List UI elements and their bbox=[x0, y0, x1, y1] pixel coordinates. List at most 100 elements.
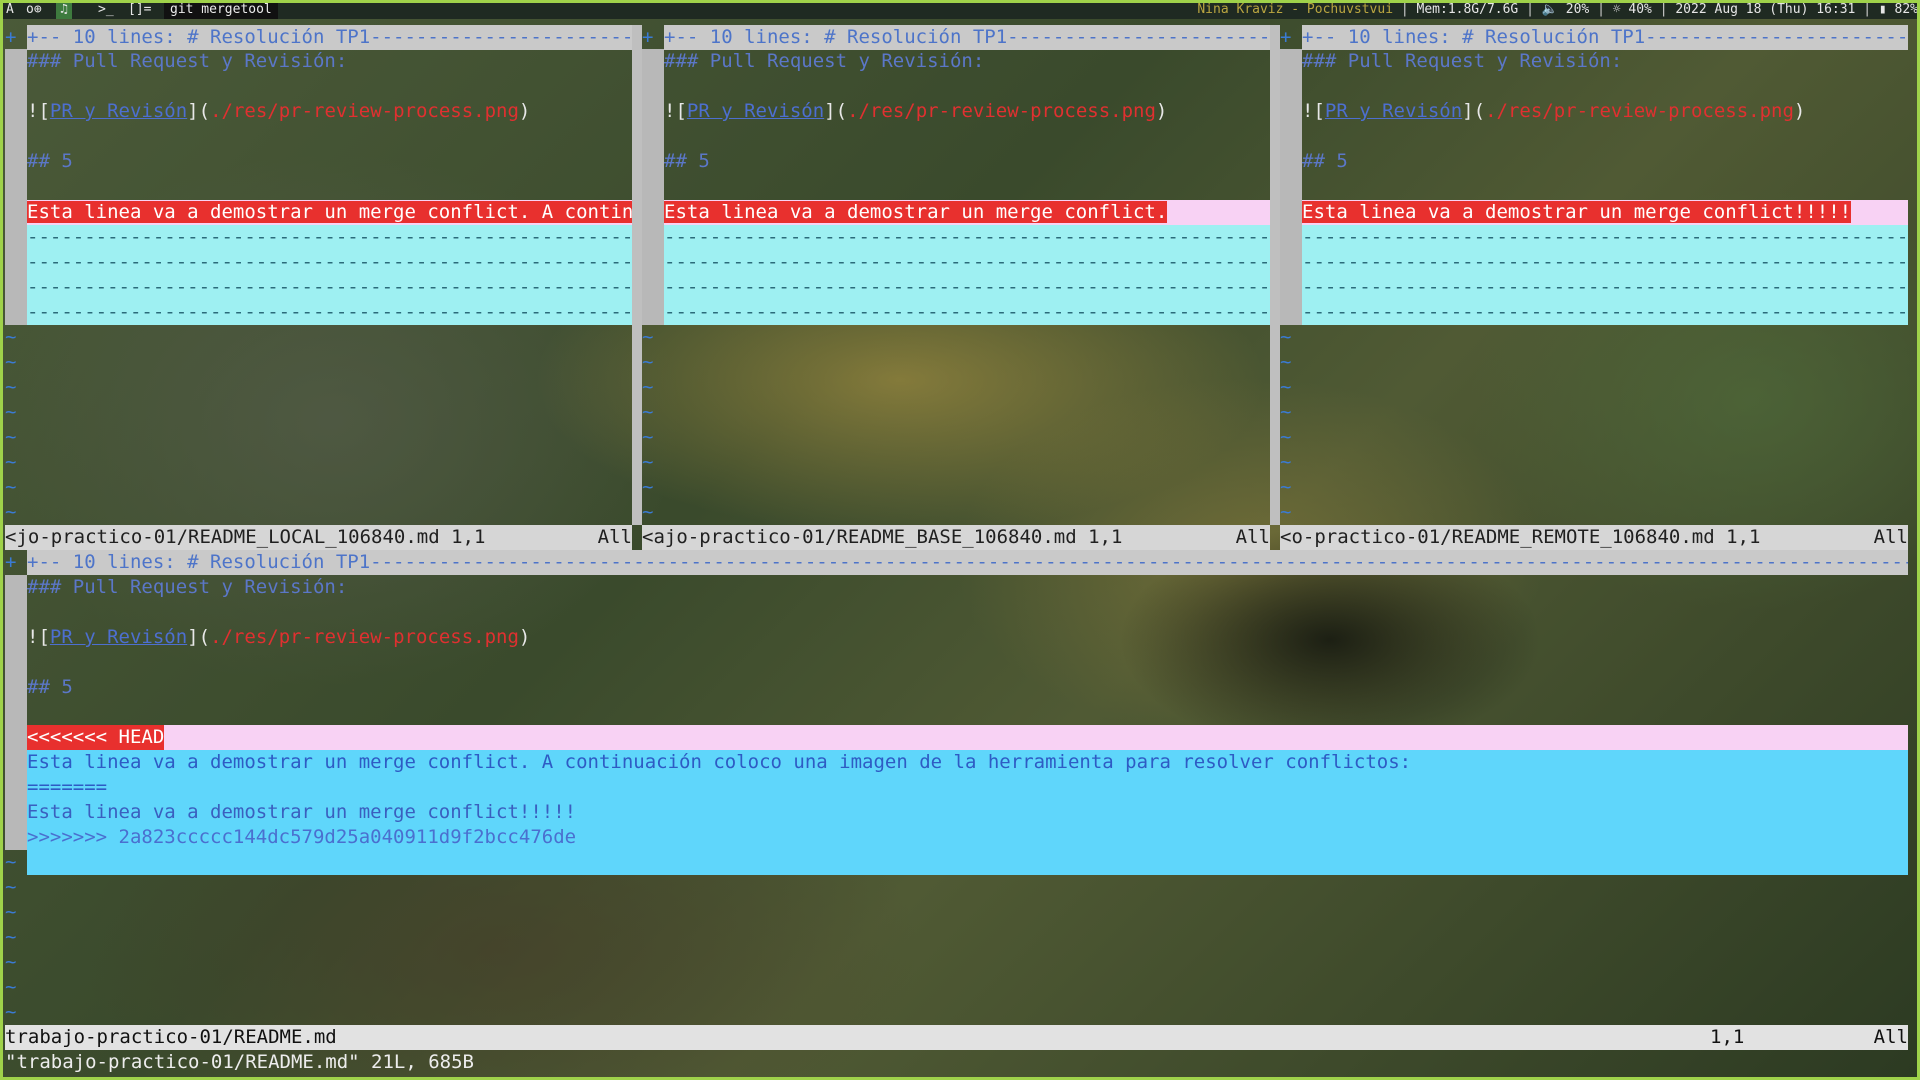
conflict-local-line: Esta linea va a demostrar un merge confl… bbox=[27, 751, 1412, 773]
fold-line[interactable]: +-- 10 lines: # Resolución TP1----------… bbox=[27, 25, 632, 50]
top-status-bar: A o⊕ ♫ >_ []= git mergetool Nina Kraviz … bbox=[0, 0, 1920, 19]
workspace-music-active[interactable]: ♫ bbox=[56, 0, 72, 19]
vertical-split-separator[interactable] bbox=[632, 25, 642, 525]
diff-filler-line: ----------------------------------------… bbox=[664, 250, 1270, 275]
image-url[interactable]: ./res/pr-review-process.png bbox=[847, 100, 1156, 122]
sign-column bbox=[1280, 49, 1302, 325]
status-line-base[interactable]: <ajo-practico-01/README_BASE_106840.md 1… bbox=[642, 525, 1270, 550]
sign-column bbox=[5, 49, 27, 325]
image-url[interactable]: ./res/pr-review-process.png bbox=[210, 626, 519, 648]
section-heading: ## 5 bbox=[27, 150, 73, 172]
command-line[interactable]: "trabajo-practico-01/README.md" 21L, 685… bbox=[5, 1050, 1908, 1075]
empty-line-marker: ~ bbox=[1280, 476, 1292, 498]
empty-line-marker: ~ bbox=[5, 501, 17, 523]
empty-line-marker: ~ bbox=[5, 426, 17, 448]
empty-line-marker: ~ bbox=[5, 1001, 17, 1023]
now-playing: Nina Kraviz - Pochuvstvui bbox=[1197, 2, 1394, 17]
workspace-1[interactable]: A bbox=[2, 0, 18, 19]
fold-line[interactable]: +-- 10 lines: # Resolución TP1----------… bbox=[1302, 25, 1908, 50]
empty-line-marker: ~ bbox=[642, 426, 654, 448]
status-line-merged[interactable]: trabajo-practico-01/README.md 1,1 All bbox=[5, 1025, 1908, 1050]
diff-filler-line: ----------------------------------------… bbox=[1302, 275, 1908, 300]
empty-line-marker: ~ bbox=[5, 351, 17, 373]
image-line: ![PR y Revisón](./res/pr-review-process.… bbox=[664, 100, 1168, 122]
vertical-split-separator[interactable] bbox=[1270, 25, 1280, 525]
conflict-remote-line: Esta linea va a demostrar un merge confl… bbox=[27, 801, 577, 823]
empty-line-marker: ~ bbox=[1280, 451, 1292, 473]
image-url[interactable]: ./res/pr-review-process.png bbox=[210, 100, 519, 122]
empty-line-marker: ~ bbox=[1280, 426, 1292, 448]
empty-line-marker: ~ bbox=[5, 876, 17, 898]
section-heading: ## 5 bbox=[1302, 150, 1348, 172]
empty-line-marker: ~ bbox=[1280, 376, 1292, 398]
image-link-label[interactable]: PR y Revisón bbox=[50, 100, 187, 122]
diff-filler-line: ----------------------------------------… bbox=[1302, 300, 1908, 325]
volume-indicator[interactable]: 🔈 20% bbox=[1542, 2, 1590, 17]
empty-line-marker: ~ bbox=[5, 951, 17, 973]
heading-line: ### Pull Request y Revisión: bbox=[1302, 50, 1623, 72]
diff-filler-line: ----------------------------------------… bbox=[27, 300, 632, 325]
brightness-indicator[interactable]: ☼ 40% bbox=[1613, 2, 1652, 17]
conflict-head-marker: <<<<<<< HEAD bbox=[27, 725, 165, 750]
diff-filler-line: ----------------------------------------… bbox=[664, 275, 1270, 300]
diff-filler-line: ----------------------------------------… bbox=[664, 225, 1270, 250]
empty-line-marker: ~ bbox=[5, 851, 17, 873]
fold-sign: + bbox=[642, 26, 654, 48]
system-status: Nina Kraviz - Pochuvstvui | Mem:1.8G/7.6… bbox=[1197, 2, 1918, 17]
image-line: ![PR y Revisón](./res/pr-review-process.… bbox=[27, 626, 531, 648]
empty-line-marker: ~ bbox=[642, 476, 654, 498]
memory-usage: Mem:1.8G/7.6G bbox=[1416, 2, 1519, 17]
fold-sign: + bbox=[1280, 26, 1292, 48]
diff-filler-line: ----------------------------------------… bbox=[27, 225, 632, 250]
image-line: ![PR y Revisón](./res/pr-review-process.… bbox=[1302, 100, 1806, 122]
status-line-remote[interactable]: <o-practico-01/README_REMOTE_106840.md 1… bbox=[1280, 525, 1908, 550]
image-line: ![PR y Revisón](./res/pr-review-process.… bbox=[27, 100, 531, 122]
heading-line: ### Pull Request y Revisión: bbox=[27, 50, 348, 72]
diff-filler-line: ----------------------------------------… bbox=[27, 250, 632, 275]
conflict-separator: ======= bbox=[27, 776, 108, 798]
battery-indicator: ▮ 82% bbox=[1878, 2, 1918, 17]
empty-line-marker: ~ bbox=[1280, 326, 1292, 348]
conflict-end-marker: >>>>>>> 2a823ccccc144dc579d25a040911d9f2… bbox=[27, 826, 577, 848]
status-line-local[interactable]: <jo-practico-01/README_LOCAL_106840.md 1… bbox=[5, 525, 632, 550]
empty-line-marker: ~ bbox=[642, 351, 654, 373]
empty-line-marker: ~ bbox=[642, 501, 654, 523]
section-heading: ## 5 bbox=[27, 676, 73, 698]
empty-line-marker: ~ bbox=[1280, 401, 1292, 423]
diff-change-line: Esta linea va a demostrar un merge confl… bbox=[1302, 200, 1908, 225]
image-url[interactable]: ./res/pr-review-process.png bbox=[1485, 100, 1794, 122]
empty-line-marker: ~ bbox=[642, 376, 654, 398]
empty-line-marker: ~ bbox=[5, 976, 17, 998]
fold-line[interactable]: +-- 10 lines: # Resolución TP1----------… bbox=[27, 550, 1908, 575]
clock: 2022 Aug 18 (Thu) 16:31 bbox=[1675, 2, 1856, 17]
diff-change-line: Esta linea va a demostrar un merge confl… bbox=[27, 200, 632, 225]
sign-column bbox=[642, 49, 664, 325]
diff-filler-line: ----------------------------------------… bbox=[664, 300, 1270, 325]
section-heading: ## 5 bbox=[664, 150, 710, 172]
empty-line-marker: ~ bbox=[5, 376, 17, 398]
diff-filler-line: ----------------------------------------… bbox=[27, 275, 632, 300]
fold-sign: + bbox=[5, 26, 17, 48]
empty-line-marker: ~ bbox=[5, 451, 17, 473]
image-link-label[interactable]: PR y Revisón bbox=[1325, 100, 1462, 122]
empty-line-marker: ~ bbox=[1280, 351, 1292, 373]
empty-line-marker: ~ bbox=[5, 901, 17, 923]
empty-line-marker: ~ bbox=[5, 926, 17, 948]
empty-line-marker: ~ bbox=[642, 401, 654, 423]
empty-line-marker: ~ bbox=[642, 451, 654, 473]
workspace-terminal[interactable]: >_ bbox=[94, 0, 118, 19]
heading-line: ### Pull Request y Revisión: bbox=[664, 50, 985, 72]
window-title: git mergetool bbox=[164, 0, 278, 19]
fold-line[interactable]: +-- 10 lines: # Resolución TP1----------… bbox=[664, 25, 1270, 50]
layout-indicator[interactable]: []= bbox=[124, 0, 155, 19]
empty-line-marker: ~ bbox=[1280, 501, 1292, 523]
heading-line: ### Pull Request y Revisión: bbox=[27, 576, 348, 598]
image-link-label[interactable]: PR y Revisón bbox=[50, 626, 187, 648]
image-link-label[interactable]: PR y Revisón bbox=[687, 100, 824, 122]
diff-filler-line: ----------------------------------------… bbox=[1302, 250, 1908, 275]
empty-line-marker: ~ bbox=[642, 326, 654, 348]
workspace-2[interactable]: o⊕ bbox=[22, 0, 46, 19]
diff-filler-line: ----------------------------------------… bbox=[1302, 225, 1908, 250]
empty-line-marker: ~ bbox=[5, 326, 17, 348]
conflict-start-line: <<<<<<< HEAD bbox=[27, 725, 1908, 750]
